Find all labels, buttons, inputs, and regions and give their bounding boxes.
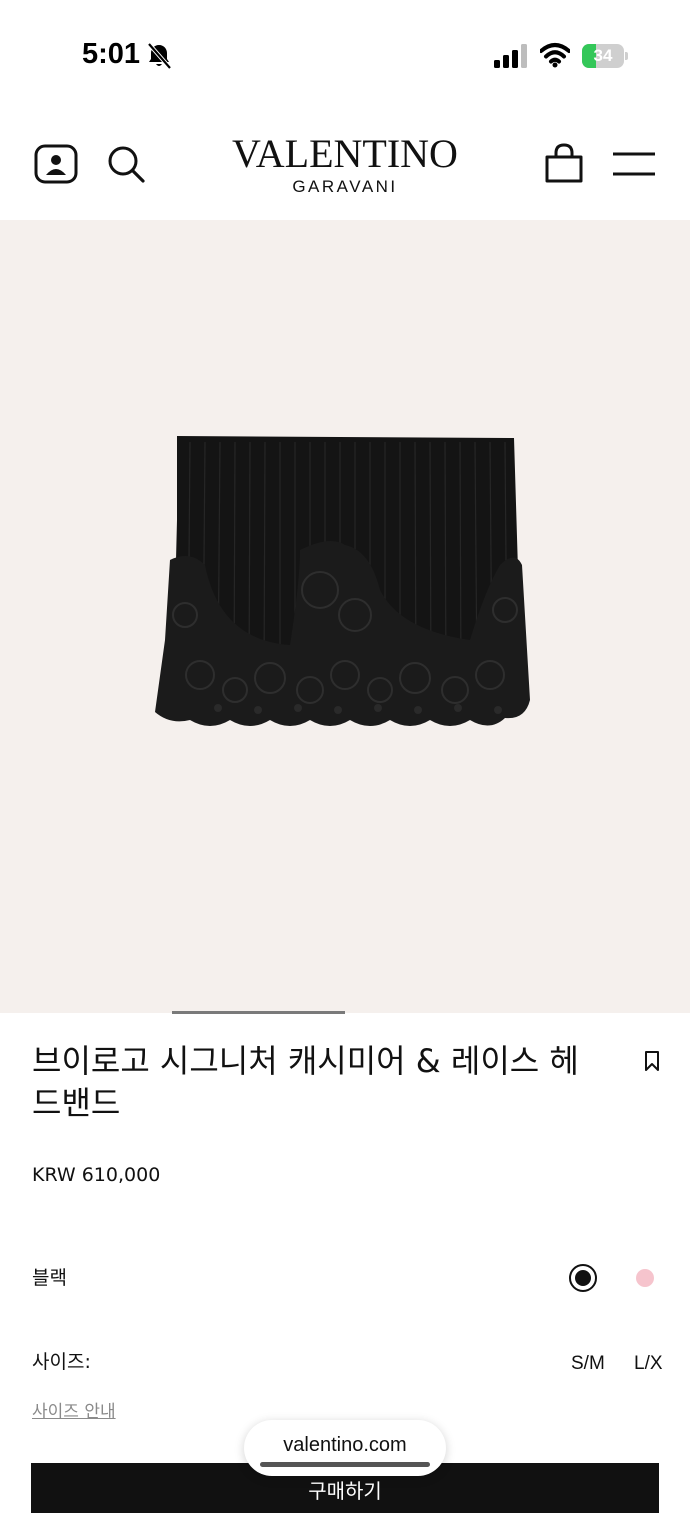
color-swatch-pink[interactable] <box>636 1269 654 1287</box>
size-label: 사이즈: <box>32 1351 91 1373</box>
status-bar: 5:01 34 <box>0 0 690 110</box>
carousel-indicator <box>172 1011 345 1014</box>
logo-main: VALENTINO <box>232 131 458 176</box>
signal-icon <box>494 44 527 68</box>
menu-icon[interactable] <box>612 150 656 178</box>
bookmark-icon[interactable] <box>643 1050 661 1072</box>
url-text: valentino.com <box>283 1434 407 1456</box>
address-bar[interactable]: valentino.com <box>244 1420 446 1476</box>
battery-icon: 34 <box>582 44 628 68</box>
battery-percent: 34 <box>593 46 613 65</box>
home-indicator[interactable] <box>260 1462 430 1467</box>
product-title: 브이로고 시그니처 캐시미어 & 레이스 헤드밴드 <box>32 1042 579 1122</box>
size-option-lx[interactable]: L/X <box>634 1352 663 1376</box>
size-guide-link[interactable]: 사이즈 안내 <box>32 1401 116 1423</box>
color-swatch-black[interactable] <box>569 1264 597 1292</box>
logo-sub: GARAVANI <box>292 177 398 196</box>
headband-illustration <box>155 436 530 726</box>
swatch-dot <box>575 1270 591 1286</box>
site-header: VALENTINO GARAVANI <box>0 110 690 220</box>
size-option-sm[interactable]: S/M <box>571 1352 605 1376</box>
status-time: 5:01 <box>82 38 141 70</box>
wifi-icon <box>540 43 570 68</box>
brand-logo[interactable]: VALENTINO GARAVANI <box>225 132 465 198</box>
battery-body: 34 <box>582 44 624 68</box>
product-price: KRW 610,000 <box>32 1164 161 1186</box>
bag-icon[interactable] <box>544 142 584 184</box>
color-label: 블랙 <box>32 1267 67 1289</box>
bell-off-icon <box>147 42 172 70</box>
account-icon[interactable] <box>34 144 78 184</box>
search-icon[interactable] <box>106 144 146 184</box>
battery-cap <box>625 52 628 60</box>
product-image[interactable] <box>0 220 690 1013</box>
